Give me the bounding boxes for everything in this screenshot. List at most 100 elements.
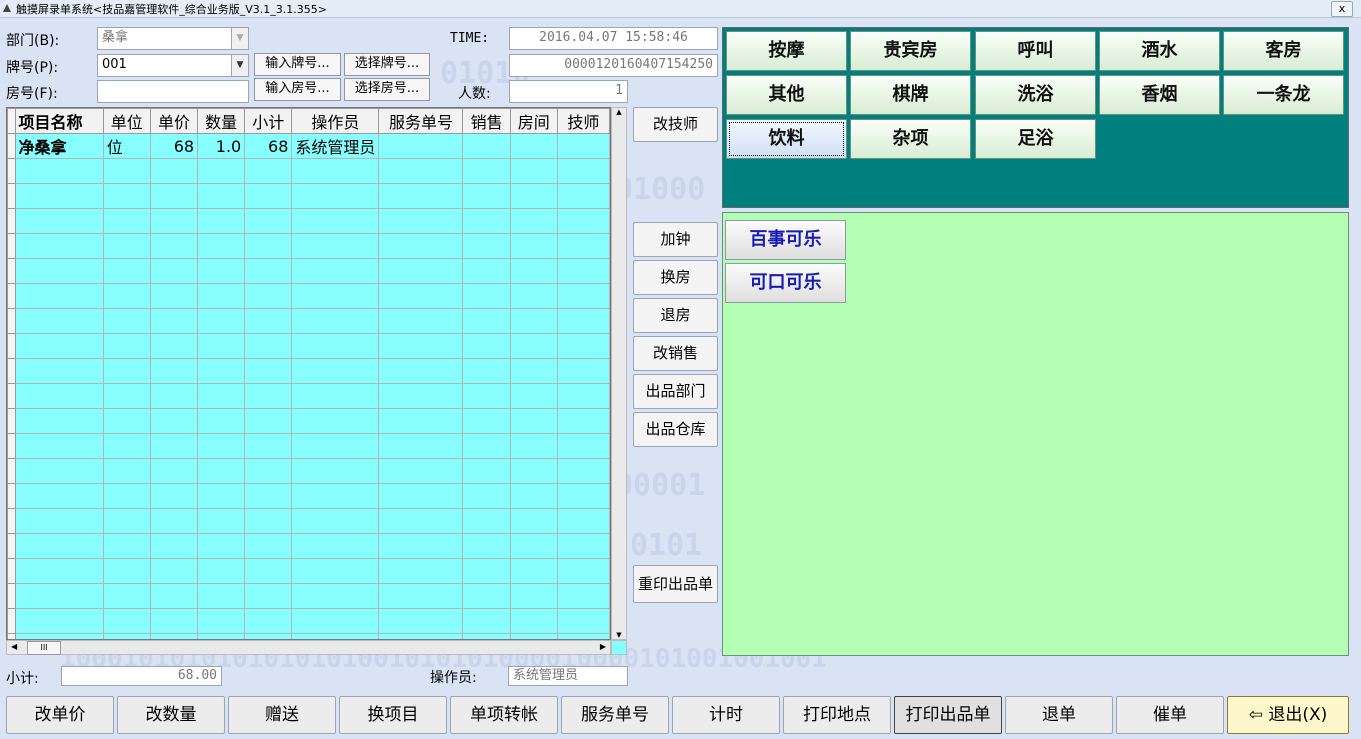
empty-cell[interactable]: [197, 408, 246, 434]
empty-cell[interactable]: [509, 333, 558, 359]
empty-cell[interactable]: [556, 183, 610, 209]
empty-cell[interactable]: [197, 308, 246, 334]
table-row-empty[interactable]: [7, 183, 610, 209]
print-location-button[interactable]: 打印地点: [783, 696, 891, 734]
empty-cell[interactable]: [291, 158, 380, 184]
empty-cell[interactable]: [14, 483, 104, 509]
empty-cell[interactable]: [509, 508, 558, 534]
select-room-button[interactable]: 选择房号...: [344, 78, 430, 101]
chevron-down-icon[interactable]: ▼: [231, 55, 248, 76]
empty-cell[interactable]: [291, 608, 380, 634]
empty-cell[interactable]: [378, 283, 464, 309]
empty-cell[interactable]: [556, 458, 610, 484]
empty-cell[interactable]: [556, 158, 610, 184]
empty-cell[interactable]: [291, 233, 380, 259]
column-header[interactable]: 数量: [197, 108, 246, 134]
empty-cell[interactable]: [509, 608, 558, 634]
empty-cell[interactable]: [509, 183, 558, 209]
cell-price[interactable]: 68: [149, 133, 199, 159]
exit-button[interactable]: ⇦ 退出(X): [1227, 696, 1349, 734]
category-button[interactable]: 按摩: [726, 31, 847, 71]
category-button[interactable]: 呼叫: [975, 31, 1096, 71]
empty-cell[interactable]: [102, 308, 151, 334]
column-header[interactable]: 技师: [556, 108, 610, 134]
empty-cell[interactable]: [14, 208, 104, 234]
empty-cell[interactable]: [197, 358, 246, 384]
empty-cell[interactable]: [556, 533, 610, 559]
empty-cell[interactable]: [102, 233, 151, 259]
cell-sales[interactable]: [462, 133, 511, 159]
empty-cell[interactable]: [197, 158, 246, 184]
empty-cell[interactable]: [149, 308, 199, 334]
scroll-up-icon[interactable]: ▲: [612, 108, 626, 116]
scroll-left-icon[interactable]: ◀: [11, 642, 17, 651]
empty-cell[interactable]: [102, 508, 151, 534]
empty-cell[interactable]: [556, 583, 610, 609]
gift-button[interactable]: 赠送: [228, 696, 336, 734]
service-number-button[interactable]: 服务单号: [561, 696, 669, 734]
column-header[interactable]: 小计: [244, 108, 293, 134]
empty-cell[interactable]: [291, 458, 380, 484]
empty-cell[interactable]: [291, 433, 380, 459]
category-button[interactable]: 香烟: [1099, 75, 1220, 115]
empty-cell[interactable]: [244, 483, 293, 509]
empty-cell[interactable]: [102, 483, 151, 509]
empty-cell[interactable]: [149, 283, 199, 309]
empty-cell[interactable]: [378, 583, 464, 609]
empty-cell[interactable]: [244, 183, 293, 209]
scroll-right-icon[interactable]: ▶: [600, 642, 606, 651]
table-row-empty[interactable]: [7, 408, 610, 434]
empty-cell[interactable]: [197, 333, 246, 359]
category-button[interactable]: 一条龙: [1223, 75, 1344, 115]
empty-cell[interactable]: [197, 483, 246, 509]
empty-cell[interactable]: [509, 408, 558, 434]
empty-cell[interactable]: [462, 583, 511, 609]
empty-cell[interactable]: [556, 233, 610, 259]
dept-select[interactable]: 桑拿 ▼: [97, 27, 249, 50]
empty-cell[interactable]: [378, 483, 464, 509]
empty-cell[interactable]: [149, 608, 199, 634]
table-row-empty[interactable]: [7, 608, 610, 634]
category-button-selected[interactable]: 饮料: [726, 119, 847, 159]
empty-cell[interactable]: [509, 233, 558, 259]
empty-cell[interactable]: [291, 308, 380, 334]
empty-cell[interactable]: [291, 383, 380, 409]
empty-cell[interactable]: [378, 383, 464, 409]
empty-cell[interactable]: [149, 583, 199, 609]
empty-cell[interactable]: [197, 583, 246, 609]
cell-tech[interactable]: [556, 133, 610, 159]
empty-cell[interactable]: [378, 608, 464, 634]
empty-cell[interactable]: [102, 383, 151, 409]
people-field[interactable]: 1: [509, 80, 628, 103]
empty-cell[interactable]: [244, 533, 293, 559]
card-select[interactable]: 001 ▼: [97, 54, 249, 77]
urge-order-button[interactable]: 催单: [1116, 696, 1224, 734]
table-row-empty[interactable]: [7, 583, 610, 609]
empty-cell[interactable]: [462, 383, 511, 409]
empty-cell[interactable]: [244, 608, 293, 634]
reprint-button[interactable]: 重印出品单: [633, 565, 718, 603]
table-row-empty[interactable]: [7, 533, 610, 559]
product-button[interactable]: 可口可乐: [725, 263, 846, 303]
grid-vertical-scrollbar[interactable]: ▲ ▼: [611, 107, 627, 640]
empty-cell[interactable]: [556, 483, 610, 509]
empty-cell[interactable]: [149, 508, 199, 534]
table-row[interactable]: 净桑拿 位 68 1.0 68 系统管理员: [7, 133, 610, 159]
scroll-thumb[interactable]: III: [27, 641, 61, 655]
empty-cell[interactable]: [509, 383, 558, 409]
empty-cell[interactable]: [378, 508, 464, 534]
empty-cell[interactable]: [291, 283, 380, 309]
empty-cell[interactable]: [244, 383, 293, 409]
cell-subtotal[interactable]: 68: [244, 133, 293, 159]
empty-cell[interactable]: [378, 258, 464, 284]
empty-cell[interactable]: [14, 433, 104, 459]
product-button[interactable]: 百事可乐: [725, 220, 846, 260]
empty-cell[interactable]: [462, 333, 511, 359]
empty-cell[interactable]: [102, 558, 151, 584]
empty-cell[interactable]: [509, 258, 558, 284]
empty-cell[interactable]: [197, 283, 246, 309]
add-clock-button[interactable]: 加钟: [633, 222, 718, 257]
order-grid[interactable]: 项目名称 单位 单价 数量 小计 操作员 服务单号 销售 房间 技师 净桑拿 位…: [6, 107, 611, 640]
empty-cell[interactable]: [149, 333, 199, 359]
empty-cell[interactable]: [197, 183, 246, 209]
